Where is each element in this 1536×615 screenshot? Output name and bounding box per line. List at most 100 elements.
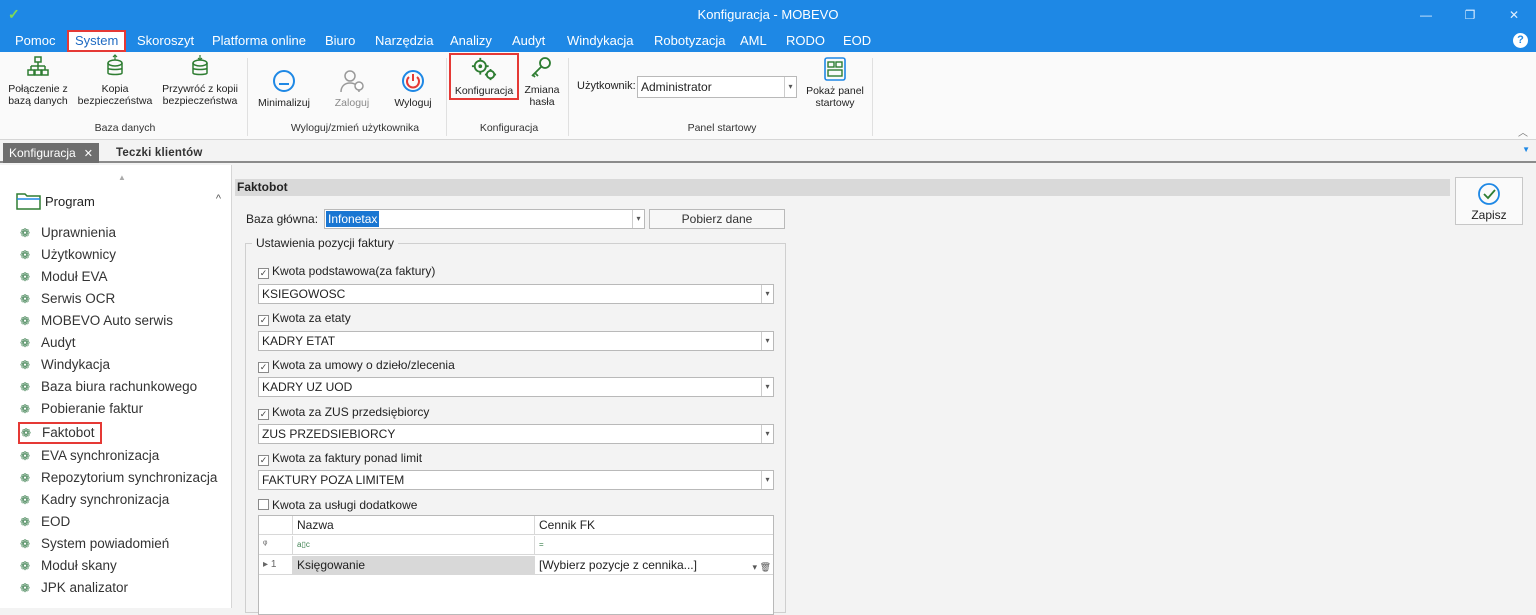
sidebar-item-uzytkownicy[interactable]: ❁ Użytkownicy bbox=[18, 245, 116, 267]
gear-icon: ❁ bbox=[20, 336, 31, 350]
menu-system[interactable]: System bbox=[67, 30, 127, 52]
invoice-settings-group: Ustawienia pozycji faktury ✓ Kwota podsta… bbox=[245, 236, 786, 615]
sidebar-item-repozytorium[interactable]: ❁ Repozytorium synchronizacja bbox=[18, 468, 217, 490]
sidebar-item-faktobot[interactable]: ❁ Faktobot bbox=[18, 422, 102, 444]
minimize-button[interactable]: Minimalizuj bbox=[252, 68, 316, 109]
backup-button[interactable]: Kopia bezpieczeństwa bbox=[76, 54, 154, 107]
sidebar-group-program[interactable]: Program ^ bbox=[16, 191, 221, 213]
restore-window-button[interactable]: ❐ bbox=[1448, 0, 1492, 30]
menu-analizy[interactable]: Analizy bbox=[450, 30, 492, 52]
scroll-up-icon[interactable]: ▲ bbox=[118, 173, 126, 182]
chevron-down-icon[interactable]: ▾ bbox=[761, 425, 773, 443]
user-select[interactable]: Administrator ▾ bbox=[637, 76, 797, 98]
menu-robotyzacja[interactable]: Robotyzacja bbox=[654, 30, 726, 52]
chevron-down-icon[interactable]: ▾ bbox=[753, 562, 758, 572]
trash-icon[interactable]: 🗑 bbox=[760, 562, 771, 572]
chevron-down-icon[interactable]: ▾ bbox=[784, 77, 796, 97]
sidebar-item-modul-eva[interactable]: ❁ Moduł EVA bbox=[18, 267, 108, 289]
checkbox-label: Kwota za etaty bbox=[272, 311, 351, 325]
limit-select[interactable]: FAKTURY POZA LIMITEM ▾ bbox=[258, 470, 774, 490]
network-icon bbox=[27, 56, 49, 76]
login-button[interactable]: Zaloguj bbox=[322, 68, 382, 109]
table-row[interactable]: ▸ 1 Księgowanie [Wybierz pozycje z cenni… bbox=[259, 556, 773, 575]
sidebar-item-eva-synchronizacja[interactable]: ❁ EVA synchronizacja bbox=[18, 446, 159, 468]
sidebar-item-baza-biura[interactable]: ❁ Baza biura rachunkowego bbox=[18, 377, 197, 399]
sidebar-item-auto-serwis[interactable]: ❁ MOBEVO Auto serwis bbox=[18, 311, 173, 333]
sidebar-item-eod[interactable]: ❁ EOD bbox=[18, 512, 70, 534]
grid-column-nazwa[interactable]: Nazwa bbox=[293, 516, 535, 535]
chevron-up-icon[interactable]: ^ bbox=[216, 193, 221, 205]
checkbox-extra-services[interactable]: Kwota za usługi dodatkowe bbox=[258, 498, 417, 514]
base-amount-select[interactable]: KSIEGOWOSC ▾ bbox=[258, 284, 774, 304]
close-window-button[interactable]: ✕ bbox=[1492, 0, 1536, 30]
menu-rodo[interactable]: RODO bbox=[786, 30, 825, 52]
sidebar-item-powiadomienia[interactable]: ❁ System powiadomień bbox=[18, 534, 169, 556]
fetch-data-button[interactable]: Pobierz dane bbox=[649, 209, 785, 229]
sidebar-item-pobieranie-faktur[interactable]: ❁ Pobieranie faktur bbox=[18, 399, 143, 421]
db-connect-button[interactable]: Połączenie z bazą danych bbox=[6, 54, 70, 107]
logout-button[interactable]: Wyloguj bbox=[386, 68, 440, 109]
umowy-select[interactable]: KADRY UZ UOD ▾ bbox=[258, 377, 774, 397]
ribbon-collapse-icon[interactable]: ︿ bbox=[1518, 124, 1528, 139]
chevron-down-icon[interactable]: ▾ bbox=[761, 378, 773, 396]
row-cennik-value: [Wybierz pozycje z cennika...] bbox=[539, 558, 697, 572]
show-start-panel-button[interactable]: Pokaż panel startowy bbox=[805, 56, 865, 109]
sidebar-item-modul-skany[interactable]: ❁ Moduł skany bbox=[18, 556, 117, 578]
zus-select[interactable]: ZUS PRZEDSIEBIORCY ▾ bbox=[258, 424, 774, 444]
save-button[interactable]: Zapisz bbox=[1455, 177, 1523, 225]
sidebar-item-windykacja[interactable]: ❁ Windykacja bbox=[18, 355, 110, 377]
base-select[interactable]: Infonetax ▾ bbox=[324, 209, 645, 229]
select-value: FAKTURY POZA LIMITEM bbox=[262, 473, 405, 487]
menu-platforma-online[interactable]: Platforma online bbox=[212, 30, 306, 52]
tabs-dropdown-icon[interactable]: ▼ bbox=[1522, 145, 1530, 154]
gear-icon: ❁ bbox=[21, 426, 32, 440]
checkbox-zus[interactable]: ✓ Kwota za ZUS przedsiębiorcy bbox=[258, 405, 429, 421]
chevron-down-icon[interactable]: ▾ bbox=[632, 210, 644, 228]
config-button[interactable]: Konfiguracja bbox=[449, 53, 519, 100]
checkbox-umowy[interactable]: ✓ Kwota za umowy o dzieło/zlecenia bbox=[258, 358, 455, 374]
checkbox-limit[interactable]: ✓ Kwota za faktury ponad limit bbox=[258, 451, 422, 467]
etaty-select[interactable]: KADRY ETAT ▾ bbox=[258, 331, 774, 351]
chevron-down-icon[interactable]: ▾ bbox=[761, 332, 773, 350]
chevron-down-icon[interactable]: ▾ bbox=[761, 285, 773, 303]
menu-windykacja[interactable]: Windykacja bbox=[567, 30, 633, 52]
sidebar-item-serwis-ocr[interactable]: ❁ Serwis OCR bbox=[18, 289, 115, 311]
menu-aml[interactable]: AML bbox=[740, 30, 767, 52]
sidebar-item-label: Faktobot bbox=[42, 425, 95, 440]
menu-skoroszyt[interactable]: Skoroszyt bbox=[137, 30, 194, 52]
sidebar-item-audyt[interactable]: ❁ Audyt bbox=[18, 333, 76, 355]
help-icon[interactable]: ? bbox=[1513, 33, 1528, 48]
chevron-down-icon[interactable]: ▾ bbox=[761, 471, 773, 489]
sidebar-item-jpk[interactable]: ❁ JPK analizator bbox=[18, 578, 128, 600]
minimize-window-button[interactable]: — bbox=[1404, 0, 1448, 30]
checkbox-label: Kwota za umowy o dzieło/zlecenia bbox=[272, 358, 455, 372]
window-title: Konfiguracja - MOBEVO bbox=[697, 7, 839, 22]
ribbon-group-config-label: Konfiguracja bbox=[479, 122, 539, 134]
menu-bar: Pomoc System Skoroszyt Platforma online … bbox=[0, 30, 1536, 52]
menu-narzedzia[interactable]: Narzędzia bbox=[375, 30, 434, 52]
gear-icon: ❁ bbox=[20, 402, 31, 416]
filter-cennik-input[interactable]: = bbox=[535, 536, 773, 555]
sidebar-item-uprawnienia[interactable]: ❁ Uprawnienia bbox=[18, 223, 116, 245]
sidebar-item-label: Uprawnienia bbox=[41, 225, 117, 240]
change-password-button[interactable]: Zmiana hasła bbox=[522, 55, 562, 108]
sidebar-item-kadry[interactable]: ❁ Kadry synchronizacja bbox=[18, 490, 169, 512]
grid-column-cennik[interactable]: Cennik FK bbox=[535, 516, 773, 535]
section-title: Faktobot bbox=[235, 179, 1450, 196]
tab-konfiguracja[interactable]: Konfiguracja ✕ bbox=[3, 143, 99, 163]
menu-biuro[interactable]: Biuro bbox=[325, 30, 355, 52]
checkbox-base-amount[interactable]: ✓ Kwota podstawowa(za faktury) bbox=[258, 264, 435, 280]
restore-button[interactable]: Przywróć z kopii bezpieczeństwa bbox=[160, 54, 240, 107]
sidebar-item-label: Kadry synchronizacja bbox=[41, 492, 170, 507]
tab-teczki-klientow[interactable]: Teczki klientów bbox=[110, 143, 209, 163]
row-cennik-cell[interactable]: [Wybierz pozycje z cennika...] ▾ 🗑 bbox=[535, 556, 773, 575]
filter-nazwa-input[interactable]: a▯c bbox=[293, 536, 535, 555]
grid-corner bbox=[259, 516, 293, 535]
close-tab-icon[interactable]: ✕ bbox=[84, 148, 93, 160]
checkbox-etaty[interactable]: ✓ Kwota za etaty bbox=[258, 311, 351, 327]
menu-eod[interactable]: EOD bbox=[843, 30, 871, 52]
row-nazwa-cell[interactable]: Księgowanie bbox=[293, 556, 535, 575]
checkbox-label: Kwota za usługi dodatkowe bbox=[272, 498, 418, 512]
menu-pomoc[interactable]: Pomoc bbox=[15, 30, 55, 52]
menu-audyt[interactable]: Audyt bbox=[512, 30, 545, 52]
